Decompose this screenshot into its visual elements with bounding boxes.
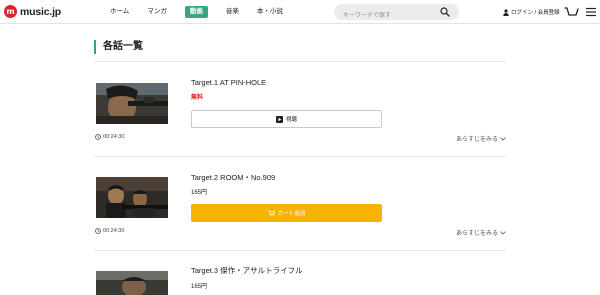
episode-price: 165円 xyxy=(191,284,208,290)
page-title: 各話一覧 xyxy=(94,40,143,54)
episode-price: 165円 xyxy=(191,190,208,196)
user-icon xyxy=(503,8,509,16)
episode-thumbnail[interactable] xyxy=(96,177,168,218)
search-input[interactable] xyxy=(334,8,434,24)
episode-title[interactable]: Target.2 ROOM・No.909 xyxy=(191,172,275,183)
chevron-down-icon xyxy=(500,136,506,141)
clock-icon xyxy=(95,134,101,140)
add-to-cart-button[interactable]: カート追加 xyxy=(191,204,382,222)
nav-item-home[interactable]: ホーム xyxy=(110,6,129,18)
site-header: m music.jp ホーム マンガ 動画 音楽 本・小説 ログイン / 会員登… xyxy=(0,0,600,24)
duration-text: 00:24:30 xyxy=(103,228,125,234)
watch-button[interactable]: 視聴 xyxy=(191,110,382,128)
synopsis-label: あらすじをみる xyxy=(456,137,498,143)
watch-button-label: 視聴 xyxy=(285,117,297,123)
nav-item-books[interactable]: 本・小説 xyxy=(257,6,283,18)
cart-icon[interactable] xyxy=(564,6,579,18)
nav-item-manga[interactable]: マンガ xyxy=(147,6,167,18)
search-box xyxy=(334,4,459,24)
synopsis-toggle[interactable]: あらすじをみる xyxy=(456,134,506,143)
episode-title[interactable]: Target.1 AT PIN-HOLE xyxy=(191,78,266,87)
login-link[interactable]: ログイン / 会員登録 xyxy=(503,8,560,16)
logo-text: music.jp xyxy=(20,5,61,18)
thumbnail-image xyxy=(96,177,168,218)
clock-icon xyxy=(95,228,101,234)
logo[interactable]: m music.jp xyxy=(4,5,61,18)
episode-price: 無料 xyxy=(191,95,204,101)
nav-item-video[interactable]: 動画 xyxy=(184,6,208,18)
episode-duration: 00:24:30 xyxy=(95,134,124,140)
chevron-down-icon xyxy=(500,230,506,235)
logo-mark-icon: m xyxy=(4,5,17,18)
episode-title[interactable]: Target.3 傑作・アサルトライフル xyxy=(191,265,303,276)
synopsis-toggle[interactable]: あらすじをみる xyxy=(456,228,506,237)
cart-icon xyxy=(268,210,275,216)
episode-thumbnail[interactable] xyxy=(96,83,168,124)
search-icon[interactable] xyxy=(440,7,450,17)
nav-item-music[interactable]: 音楽 xyxy=(226,6,239,18)
play-icon xyxy=(275,115,283,123)
duration-text: 00:24:30 xyxy=(103,134,125,140)
thumbnail-image xyxy=(96,83,168,124)
synopsis-label: あらすじをみる xyxy=(456,231,498,237)
hamburger-menu-icon[interactable] xyxy=(586,7,596,17)
login-label: ログイン / 会員登録 xyxy=(511,10,560,16)
main-nav: ホーム マンガ 動画 音楽 本・小説 xyxy=(110,6,301,18)
episode-item: Target.2 ROOM・No.909 165円 カート追加 00:24:30… xyxy=(94,157,506,251)
add-to-cart-label: カート追加 xyxy=(277,211,306,217)
episode-thumbnail[interactable] xyxy=(96,271,168,295)
episode-item: Target.1 AT PIN-HOLE 無料 視聴 00:24:30 あらすじ… xyxy=(94,61,506,157)
episode-item: Target.3 傑作・アサルトライフル 165円 xyxy=(94,251,506,295)
thumbnail-image xyxy=(96,271,168,295)
episode-duration: 00:24:30 xyxy=(95,228,124,234)
